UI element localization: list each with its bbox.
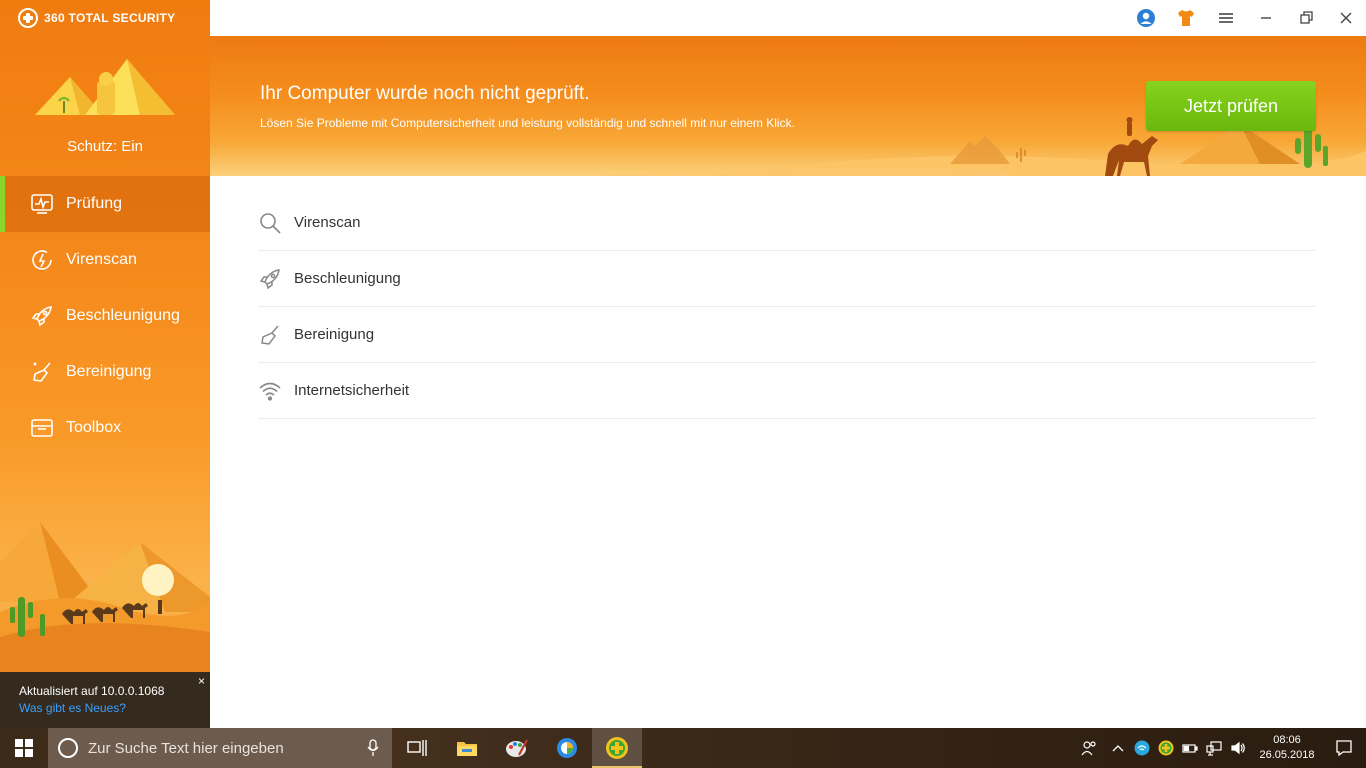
microphone-icon[interactable]	[366, 739, 380, 757]
broom-icon	[33, 362, 51, 382]
action-center-button[interactable]	[1322, 728, 1366, 768]
sidebar-item-label: Prüfung	[66, 195, 123, 212]
plus-logo-icon	[1158, 740, 1174, 756]
taskbar-search[interactable]: Zur Suche Text hier eingeben	[48, 728, 392, 768]
people-icon	[1081, 741, 1096, 756]
sidebar-item-virenscan[interactable]: Virenscan	[0, 232, 210, 288]
network-button[interactable]	[1202, 728, 1226, 768]
desert-caravan-illustration	[0, 522, 210, 672]
sidebar-item-label: Toolbox	[66, 419, 122, 436]
brand-name: 360 TOTAL SECURITY	[44, 11, 176, 25]
battery-button[interactable]	[1178, 728, 1202, 768]
banner-subtitle: Lösen Sie Probleme mit Computersicherhei…	[260, 116, 795, 130]
plus-logo-icon	[18, 8, 38, 28]
close-button[interactable]	[1326, 0, 1366, 36]
sidebar-item-pruefung[interactable]: Prüfung	[0, 176, 210, 232]
windows-logo-icon	[15, 739, 33, 757]
taskbar-browser[interactable]	[542, 728, 592, 768]
close-icon	[1340, 12, 1352, 24]
volume-button[interactable]	[1226, 728, 1250, 768]
update-notification: Aktualisiert auf 10.0.0.1068 Was gibt es…	[0, 672, 210, 728]
menu-button[interactable]	[1206, 0, 1246, 36]
restore-icon	[1300, 11, 1313, 24]
user-account-button[interactable]	[1126, 0, 1166, 36]
sidebar-item-beschleunigung[interactable]: Beschleunigung	[0, 288, 210, 344]
sidebar-item-bereinigung[interactable]: Bereinigung	[0, 344, 210, 400]
skin-shirt-icon	[1178, 10, 1194, 26]
tray-network-app[interactable]	[1130, 728, 1154, 768]
broom-icon	[261, 325, 279, 345]
list-item-virenscan[interactable]: Virenscan	[258, 195, 1316, 251]
magnifier-icon	[260, 212, 281, 234]
update-text: Aktualisiert auf 10.0.0.1068	[19, 684, 165, 698]
taskbar-360-total-security[interactable]	[592, 728, 642, 768]
wifi-icon	[259, 382, 281, 401]
protection-status: Schutz: Ein	[67, 138, 143, 155]
sidebar-item-label: Virenscan	[66, 251, 137, 268]
search-placeholder: Zur Suche Text hier eingeben	[88, 739, 284, 757]
rocket-icon	[259, 268, 280, 289]
clock-time: 08:06	[1273, 734, 1301, 746]
task-view-icon	[407, 740, 427, 756]
start-button[interactable]	[0, 728, 48, 768]
speaker-icon	[1231, 741, 1245, 755]
close-notification-button[interactable]: ×	[198, 674, 205, 688]
task-view-button[interactable]	[392, 728, 442, 768]
tray-360-security[interactable]	[1154, 728, 1178, 768]
show-hidden-icons-button[interactable]	[1106, 728, 1130, 768]
user-account-icon	[1137, 9, 1155, 27]
plus-logo-icon	[606, 737, 628, 759]
taskbar-paint[interactable]	[492, 728, 542, 768]
chevron-up-icon	[1112, 745, 1124, 752]
status-banner: Ihr Computer wurde noch nicht geprüft. L…	[210, 36, 1366, 176]
restore-button[interactable]	[1286, 0, 1326, 36]
minimize-icon	[1261, 17, 1271, 19]
lightning-circle-icon	[32, 250, 52, 270]
notification-icon	[1336, 740, 1352, 757]
minimize-button[interactable]	[1246, 0, 1286, 36]
banner-title: Ihr Computer wurde noch nicht geprüft.	[260, 83, 590, 104]
taskbar-clock[interactable]: 08:06 26.05.2018	[1252, 733, 1322, 763]
taskbar: Zur Suche Text hier eingeben 08:06 26.05…	[0, 728, 1366, 768]
title-bar	[210, 0, 1366, 36]
menu-icon	[1219, 13, 1233, 23]
check-now-button[interactable]: Jetzt prüfen	[1146, 81, 1316, 131]
sidebar-item-label: Beschleunigung	[66, 307, 180, 324]
list-item-label: Virenscan	[294, 214, 361, 231]
clock-date: 26.05.2018	[1259, 749, 1315, 761]
toolbox-icon	[31, 419, 53, 437]
list-item-beschleunigung[interactable]: Beschleunigung	[258, 251, 1316, 307]
sidebar-nav: Prüfung Virenscan Beschleunigung Bereini…	[0, 176, 210, 456]
brand: 360 TOTAL SECURITY	[18, 8, 175, 28]
taskbar-file-explorer[interactable]	[442, 728, 492, 768]
folder-icon	[457, 742, 477, 756]
list-item-internetsicherheit[interactable]: Internetsicherheit	[258, 363, 1316, 419]
sidebar-item-label: Bereinigung	[66, 363, 152, 380]
rocket-icon	[31, 306, 52, 327]
list-item-bereinigung[interactable]: Bereinigung	[258, 307, 1316, 363]
whats-new-link[interactable]: Was gibt es Neues?	[19, 701, 191, 715]
list-item-label: Internetsicherheit	[294, 382, 410, 399]
cortana-icon	[58, 738, 78, 758]
network-wired-icon	[1206, 741, 1222, 756]
list-item-label: Beschleunigung	[294, 270, 401, 287]
browser-icon	[557, 738, 577, 758]
system-tray: 08:06 26.05.2018	[1072, 728, 1366, 768]
pulse-monitor-icon	[31, 194, 53, 214]
battery-icon	[1182, 744, 1198, 753]
list-item-label: Bereinigung	[294, 326, 375, 343]
pyramid-sphinx-illustration	[35, 59, 175, 115]
skin-button[interactable]	[1166, 0, 1206, 36]
check-list: Virenscan Beschleunigung Bereinigung Int…	[258, 195, 1316, 419]
paint-palette-icon	[506, 739, 528, 757]
wifi-badge-icon	[1134, 740, 1150, 756]
people-button[interactable]	[1072, 728, 1106, 768]
window-controls	[1126, 0, 1366, 36]
sidebar-item-toolbox[interactable]: Toolbox	[0, 400, 210, 456]
sidebar: 360 TOTAL SECURITY Schutz: Ein Prüfung V…	[0, 0, 210, 728]
